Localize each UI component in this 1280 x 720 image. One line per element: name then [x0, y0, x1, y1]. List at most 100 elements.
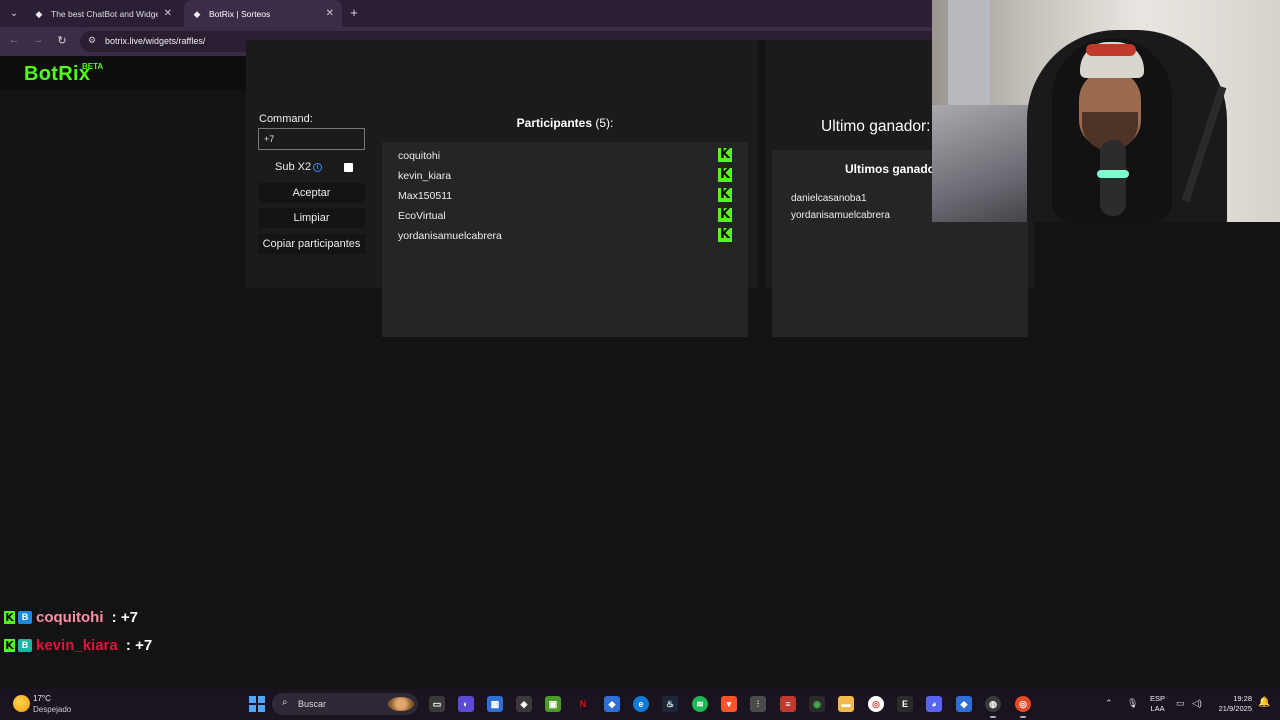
participant-name: kevin_kiara [398, 170, 452, 182]
botrix-logo[interactable]: BotRix [24, 63, 90, 86]
netflix-icon[interactable]: N [575, 696, 591, 712]
keyboard-layout: LAA [1150, 704, 1165, 713]
notification-bell-icon[interactable]: 🔔 [1258, 697, 1270, 708]
tab-search-icon[interactable]: ⌄ [6, 6, 22, 22]
discord-icon[interactable]: ◕ [926, 696, 942, 712]
language-code: ESP [1150, 694, 1166, 703]
accept-button[interactable]: Aceptar [258, 183, 365, 203]
favicon-icon: ◆ [193, 8, 201, 19]
sub-x2-label: Sub X2 [275, 161, 312, 173]
chat-username: kevin_kiara [36, 636, 118, 654]
input-language[interactable]: ESP LAA [1150, 694, 1165, 714]
close-tab-icon[interactable]: ✕ [164, 8, 172, 19]
voice-changer-icon[interactable]: ≡ [780, 696, 796, 712]
taskbar-search[interactable]: ⌕ Buscar [272, 693, 418, 715]
beta-badge: BETA [82, 62, 104, 71]
android-icon[interactable]: ◉ [809, 696, 825, 712]
reload-icon[interactable]: ↻ [54, 34, 70, 47]
list-item: yordanisamuelcabrera K [398, 228, 732, 248]
weather-description[interactable]: Despejado [33, 705, 71, 714]
participant-name: EcoVirtual [398, 210, 446, 222]
tab-botrix-sorteos[interactable]: ◆ BotRix | Sorteos ✕ [184, 0, 342, 27]
clock[interactable]: 19:28 21/9/2025 [1212, 694, 1252, 714]
chat-line: K B coquitohi : +7 [4, 607, 138, 627]
taskbar: 17°C Despejado ⌕ Buscar ▭ ◐ ▦ ◈ ▣ N ◆ e … [0, 689, 1280, 720]
winners-title: Ultimos ganado [845, 162, 936, 176]
task-view-icon[interactable]: ▭ [429, 696, 445, 712]
site-info-icon[interactable]: ⚙ [88, 35, 96, 46]
remote-desktop-icon[interactable]: ◆ [604, 696, 620, 712]
chrome-alt-icon[interactable]: ◎ [1015, 696, 1031, 712]
participants-heading: Participantes (5): [382, 116, 748, 130]
tab-title: BotRix | Sorteos [209, 8, 271, 19]
screen: ⌄ ◆ The best ChatBot and Widgets ✕ ◆ Bot… [0, 0, 1280, 720]
tray-chevron-icon[interactable]: ⌃ [1105, 698, 1113, 709]
cam-mic-light [1097, 170, 1129, 178]
participants-count: (5): [595, 116, 614, 130]
date: 21/9/2025 [1218, 704, 1252, 713]
kick-icon: K [718, 147, 732, 162]
kick-icon: K [718, 167, 732, 182]
minecraft-icon[interactable]: ▣ [545, 696, 561, 712]
chrome-icon[interactable]: ◎ [868, 696, 884, 712]
tab-title: The best ChatBot and Widgets [51, 8, 158, 19]
brave-icon[interactable]: ▾ [721, 696, 737, 712]
running-indicator [990, 716, 996, 718]
list-item: kevin_kiara K [398, 168, 732, 188]
tab-chatbot[interactable]: ◆ The best ChatBot and Widgets ✕ [26, 0, 180, 27]
kick-badge-icon: K [4, 638, 15, 652]
obs-icon[interactable]: ◍ [985, 696, 1001, 712]
new-tab-icon[interactable]: + [346, 5, 362, 20]
copilot-icon[interactable]: ◐ [458, 696, 474, 712]
microphone-icon[interactable]: 🎙 [1127, 698, 1138, 709]
close-tab-icon[interactable]: ✕ [326, 8, 334, 19]
user-badge-icon: B [18, 638, 32, 652]
list-item: Max150511 K [398, 188, 732, 208]
windows-start-icon[interactable] [249, 696, 265, 712]
last-winner-title: Ultimo ganador: [821, 118, 931, 135]
chat-message: : +7 [121, 636, 153, 654]
weather-temperature[interactable]: 17°C [33, 694, 51, 703]
kick-icon: K [718, 187, 732, 202]
cam-microphone [1100, 140, 1126, 216]
store-icon[interactable]: ▦ [487, 696, 503, 712]
back-icon[interactable]: ← [6, 34, 22, 46]
winner-name: yordanisamuelcabrera [791, 210, 890, 221]
list-item: coquitohi K [398, 148, 732, 168]
chat-line: K B kevin_kiara : +7 [4, 635, 152, 655]
file-explorer-icon[interactable]: ▬ [838, 696, 854, 712]
panel-divider [758, 40, 766, 288]
user-badge-icon: B [18, 610, 32, 624]
volume-icon[interactable]: ◁) [1192, 698, 1202, 709]
chat-message: : +7 [107, 608, 138, 626]
edge-icon[interactable]: e [633, 696, 649, 712]
command-label: Command: [259, 113, 313, 125]
url-text[interactable]: botrix.live/widgets/raffles/ [105, 36, 205, 46]
info-icon[interactable]: i [313, 163, 322, 172]
forward-icon[interactable]: → [30, 34, 46, 46]
spotify-icon[interactable]: ≋ [692, 696, 708, 712]
unity-icon[interactable]: ◈ [516, 696, 532, 712]
remote-desktop-2-icon[interactable]: ◆ [956, 696, 972, 712]
kick-icon: K [718, 207, 732, 222]
participants-list: coquitohi K kevin_kiara K Max150511 K Ec… [382, 142, 748, 337]
cam-window [948, 0, 990, 120]
search-highlight-icon [388, 697, 414, 711]
time: 19:28 [1233, 694, 1252, 703]
winner-name: danielcasanoba1 [791, 193, 867, 204]
running-indicator [1020, 716, 1026, 718]
mixer-icon[interactable]: ⫶ [750, 696, 766, 712]
participants-title: Participantes [516, 116, 593, 130]
clear-button[interactable]: Limpiar [258, 208, 365, 228]
copy-participants-button[interactable]: Copiar participantes [258, 234, 365, 254]
network-icon[interactable]: ▭ [1176, 698, 1185, 709]
weather-icon[interactable] [13, 695, 30, 712]
search-placeholder: Buscar [298, 699, 327, 709]
steam-icon[interactable]: ♨ [662, 696, 678, 712]
command-input[interactable] [258, 128, 365, 150]
favicon-icon: ◆ [35, 8, 43, 19]
participant-name: Max150511 [398, 190, 453, 202]
epic-games-icon[interactable]: E [897, 696, 913, 712]
chat-username: coquitohi [36, 608, 104, 626]
sub-x2-checkbox[interactable] [344, 163, 353, 172]
